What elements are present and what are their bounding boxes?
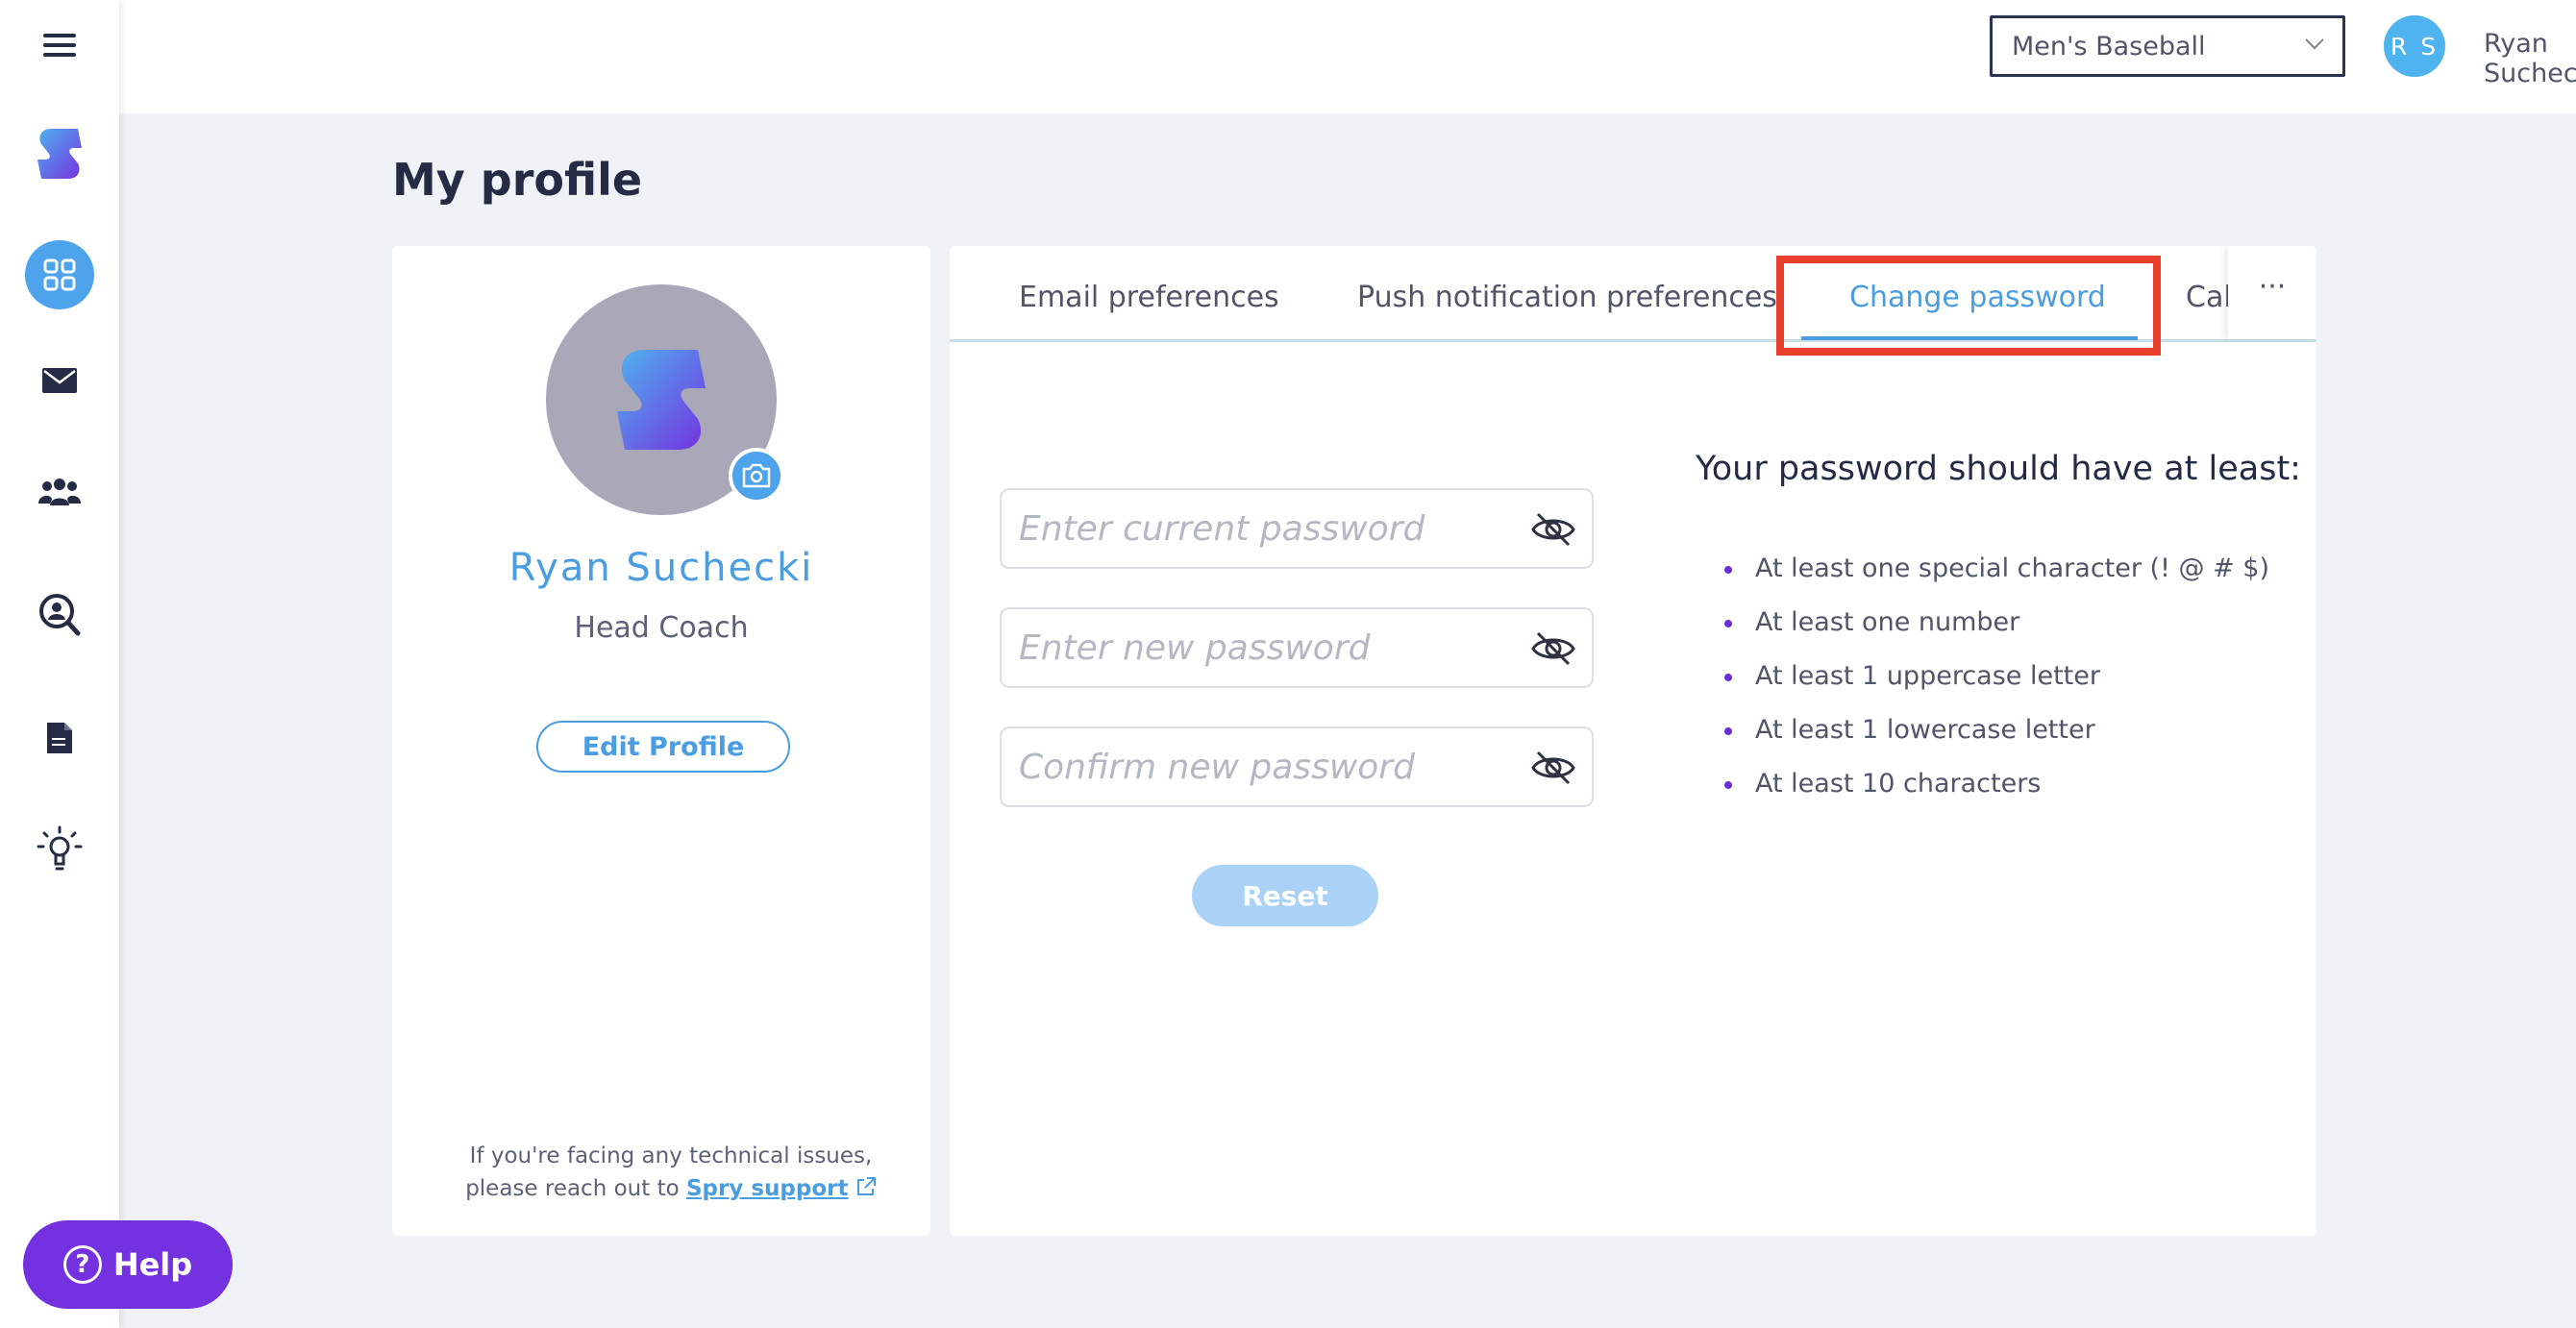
toggle-visibility-current[interactable] bbox=[1528, 505, 1578, 553]
avatar[interactable]: R S bbox=[2384, 15, 2445, 77]
sidebar-item-team[interactable] bbox=[0, 464, 119, 518]
tab-push-notification-preferences[interactable]: Push notification preferences bbox=[1357, 281, 1777, 314]
team-select-value: Men's Baseball bbox=[2012, 31, 2206, 61]
requirements-title: Your password should have at least: bbox=[1696, 450, 2301, 488]
chevron-down-icon bbox=[2305, 38, 2324, 50]
support-line-2-text: please reach out to bbox=[465, 1176, 680, 1201]
eye-slash-icon bbox=[1531, 750, 1575, 785]
confirm-password-field bbox=[1000, 726, 1594, 807]
current-password-input[interactable] bbox=[1002, 490, 1521, 567]
profile-name: Ryan Suchecki bbox=[508, 546, 814, 590]
team-select[interactable]: Men's Baseball bbox=[1990, 15, 2345, 77]
confirm-password-input[interactable] bbox=[1002, 728, 1521, 805]
profile-role: Head Coach bbox=[574, 611, 749, 645]
new-password-input[interactable] bbox=[1002, 609, 1521, 686]
toggle-visibility-confirm[interactable] bbox=[1528, 744, 1578, 792]
search-user-icon bbox=[39, 594, 81, 636]
spry-support-link[interactable]: Spry support bbox=[686, 1176, 849, 1201]
tab-bar: Email preferences Push notification pref… bbox=[950, 246, 2316, 356]
edit-profile-button[interactable]: Edit Profile bbox=[536, 721, 790, 773]
help-question-icon: ? bbox=[62, 1245, 102, 1284]
top-bar: Men's Baseball R S Ryan Suchecki bbox=[119, 0, 2576, 113]
support-message: If you're facing any technical issues, p… bbox=[392, 1140, 950, 1205]
support-line-1: If you're facing any technical issues, bbox=[469, 1144, 873, 1168]
eye-slash-icon bbox=[1531, 512, 1575, 547]
reset-button[interactable]: Reset bbox=[1192, 865, 1378, 926]
more-tabs-button[interactable]: ··· bbox=[2228, 246, 2316, 339]
dashboard-grid-icon bbox=[25, 240, 94, 309]
page-title: My profile bbox=[392, 154, 643, 206]
highlight-box bbox=[1776, 256, 2161, 356]
requirement-item: At least one special character (! @ # $) bbox=[1724, 546, 2269, 600]
profile-card: Ryan Suchecki Head Coach Edit Profile If… bbox=[392, 246, 930, 1236]
support-line-2: please reach out to Spry support bbox=[392, 1172, 950, 1205]
requirement-item: At least 1 lowercase letter bbox=[1724, 707, 2269, 761]
requirement-item: At least 10 characters bbox=[1724, 761, 2269, 815]
external-link-icon[interactable] bbox=[855, 1176, 877, 1197]
sidebar-item-recruiting-search[interactable] bbox=[0, 586, 119, 644]
mail-icon bbox=[42, 368, 77, 393]
spry-logo-icon bbox=[617, 350, 706, 450]
camera-icon bbox=[742, 463, 771, 488]
user-name[interactable]: Ryan Suchecki bbox=[2484, 29, 2576, 88]
tab-email-preferences[interactable]: Email preferences bbox=[1019, 281, 1279, 314]
hamburger-menu-icon[interactable] bbox=[0, 21, 119, 69]
tab-cal[interactable]: Cal bbox=[2186, 281, 2232, 314]
requirement-item: At least one number bbox=[1724, 600, 2269, 653]
requirement-item: At least 1 uppercase letter bbox=[1724, 653, 2269, 707]
sidebar bbox=[0, 0, 119, 1328]
sidebar-item-documents[interactable] bbox=[0, 711, 119, 765]
sidebar-item-ideas[interactable] bbox=[0, 819, 119, 882]
team-icon bbox=[38, 479, 81, 505]
help-button[interactable]: ? Help bbox=[23, 1220, 233, 1309]
help-label: Help bbox=[112, 1246, 193, 1283]
requirements-list: At least one special character (! @ # $)… bbox=[1724, 546, 2269, 815]
sidebar-item-messages[interactable] bbox=[0, 354, 119, 407]
eye-slash-icon bbox=[1531, 631, 1575, 666]
document-icon bbox=[47, 723, 72, 753]
new-password-field bbox=[1000, 607, 1594, 688]
spry-logo-icon bbox=[0, 120, 119, 187]
toggle-visibility-new[interactable] bbox=[1528, 625, 1578, 673]
change-photo-button[interactable] bbox=[729, 448, 784, 504]
current-password-field bbox=[1000, 488, 1594, 569]
lightbulb-icon bbox=[37, 825, 83, 871]
settings-card: Email preferences Push notification pref… bbox=[950, 246, 2316, 1236]
sidebar-item-dashboard[interactable] bbox=[0, 240, 119, 309]
